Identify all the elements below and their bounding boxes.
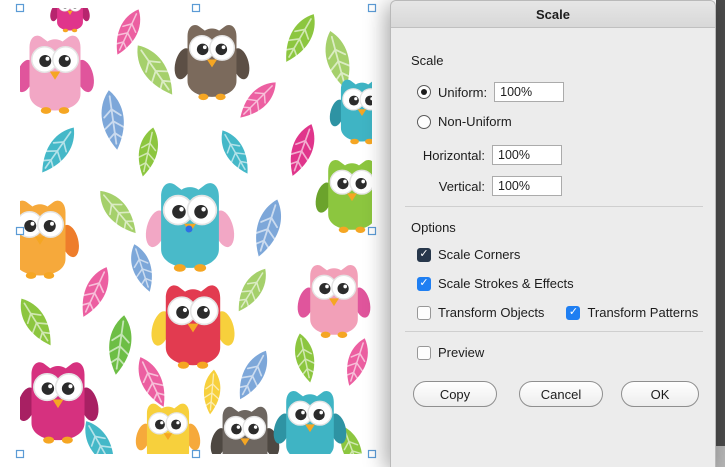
scale-corners-checkbox[interactable] <box>417 247 431 262</box>
selection-handle[interactable] <box>367 226 377 236</box>
selection-handle[interactable] <box>191 3 201 13</box>
artboard[interactable] <box>0 0 390 467</box>
horizontal-label: Horizontal: <box>422 147 485 163</box>
selection-handle[interactable] <box>15 449 25 459</box>
non-uniform-radio[interactable] <box>417 114 431 129</box>
ok-button[interactable]: OK <box>621 381 699 407</box>
uniform-radio[interactable] <box>417 85 431 99</box>
panel-dock-strip-bottom <box>716 446 725 467</box>
scale-dialog: Scale Scale Uniform: Non-Uniform Horizon… <box>390 0 716 467</box>
cancel-button[interactable]: Cancel <box>519 381 603 407</box>
uniform-label: Uniform: <box>438 84 488 100</box>
non-uniform-label: Non-Uniform <box>438 114 512 129</box>
owl-pattern-artwork[interactable] <box>0 0 390 467</box>
scale-strokes-effects-label: Scale Strokes & Effects <box>438 276 574 291</box>
copy-button[interactable]: Copy <box>413 381 497 407</box>
options-section-heading: Options <box>411 220 456 235</box>
preview-checkbox[interactable] <box>417 345 431 360</box>
pattern-center-point[interactable] <box>185 225 193 233</box>
transform-objects-label: Transform Objects <box>438 305 545 320</box>
illustrator-workspace: Scale Scale Uniform: Non-Uniform Horizon… <box>0 0 725 467</box>
dialog-titlebar[interactable]: Scale <box>391 1 715 28</box>
section-divider <box>405 206 703 207</box>
preview-label: Preview <box>438 345 485 360</box>
horizontal-input[interactable] <box>492 145 562 165</box>
scale-strokes-effects-checkbox[interactable] <box>417 276 431 291</box>
section-divider <box>405 331 703 332</box>
dialog-title: Scale <box>536 6 570 22</box>
selection-handle[interactable] <box>191 449 201 459</box>
selection-handle[interactable] <box>15 3 25 13</box>
transform-patterns-checkbox[interactable] <box>566 305 581 320</box>
selection-handle[interactable] <box>367 449 377 459</box>
vertical-input[interactable] <box>492 176 562 196</box>
selection-handle[interactable] <box>15 226 25 236</box>
panel-dock-strip <box>716 0 725 446</box>
uniform-input[interactable] <box>494 82 565 102</box>
scale-section-heading: Scale <box>411 53 444 68</box>
vertical-label: Vertical: <box>438 178 485 194</box>
pattern-group <box>20 8 372 454</box>
transform-patterns-label: Transform Patterns <box>587 305 699 320</box>
transform-objects-checkbox[interactable] <box>417 305 431 320</box>
selection-handle[interactable] <box>367 3 377 13</box>
scale-corners-label: Scale Corners <box>438 247 521 262</box>
